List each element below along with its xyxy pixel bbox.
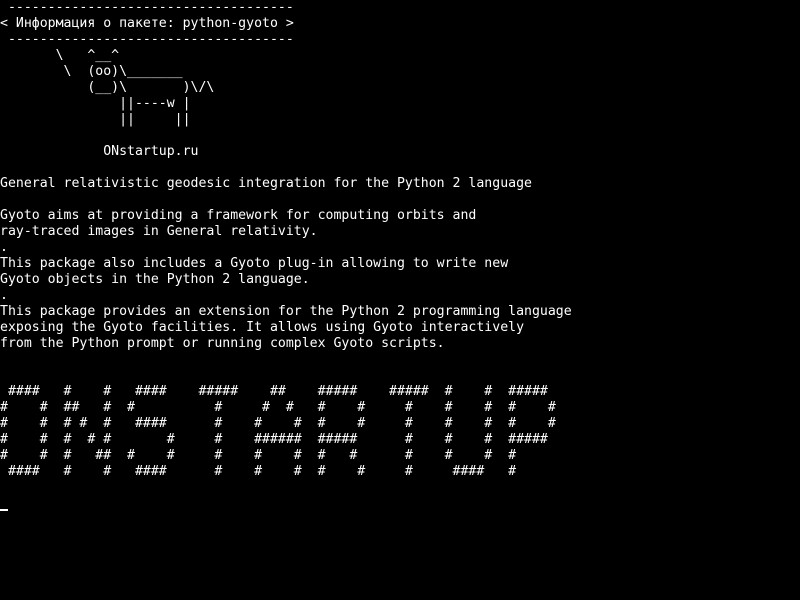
terminal-line: exposing the Gyoto facilities. It allows… <box>0 320 525 335</box>
terminal-line: Gyoto aims at providing a framework for … <box>0 208 477 223</box>
terminal-line: . <box>0 240 8 255</box>
terminal-line: . <box>0 288 8 303</box>
terminal-line: This package also includes a Gyoto plug-… <box>0 256 509 271</box>
terminal-line: || || <box>0 112 191 127</box>
terminal-line: #### # # #### # # # # # # #### # <box>0 464 517 479</box>
terminal-line: < Информация о пакете: python-gyoto > <box>0 16 294 31</box>
terminal-output: ------------------------------------ < Ин… <box>0 0 572 480</box>
terminal-line: # # # # # # # ###### ##### # # # ##### <box>0 432 548 447</box>
terminal-line: # # # # # #### # # # # # # # # # # <box>0 416 556 431</box>
terminal-line: (__)\ )\/\ <box>0 80 215 95</box>
terminal-line: ONstartup.ru <box>0 144 199 159</box>
terminal-line: \ (oo)\_______ <box>0 64 183 79</box>
terminal-line: ------------------------------------ <box>0 32 294 47</box>
terminal-line: from the Python prompt or running comple… <box>0 336 445 351</box>
terminal-line: Gyoto objects in the Python 2 language. <box>0 272 310 287</box>
terminal-line: This package provides an extension for t… <box>0 304 572 319</box>
terminal-window[interactable]: ------------------------------------ < Ин… <box>0 0 800 600</box>
terminal-line: \ ^__^ <box>0 48 120 63</box>
terminal-line: General relativistic geodesic integratio… <box>0 176 532 191</box>
terminal-line: # # # ## # # # # # # # # # # # <box>0 448 517 463</box>
text-cursor <box>0 509 8 511</box>
terminal-line: ||----w | <box>0 96 191 111</box>
terminal-line: ------------------------------------ <box>0 0 294 15</box>
terminal-line: # # ## # # # # # # # # # # # # <box>0 400 556 415</box>
terminal-line: #### # # #### ##### ## ##### ##### # # #… <box>0 384 548 399</box>
terminal-line: ray-traced images in General relativity. <box>0 224 318 239</box>
